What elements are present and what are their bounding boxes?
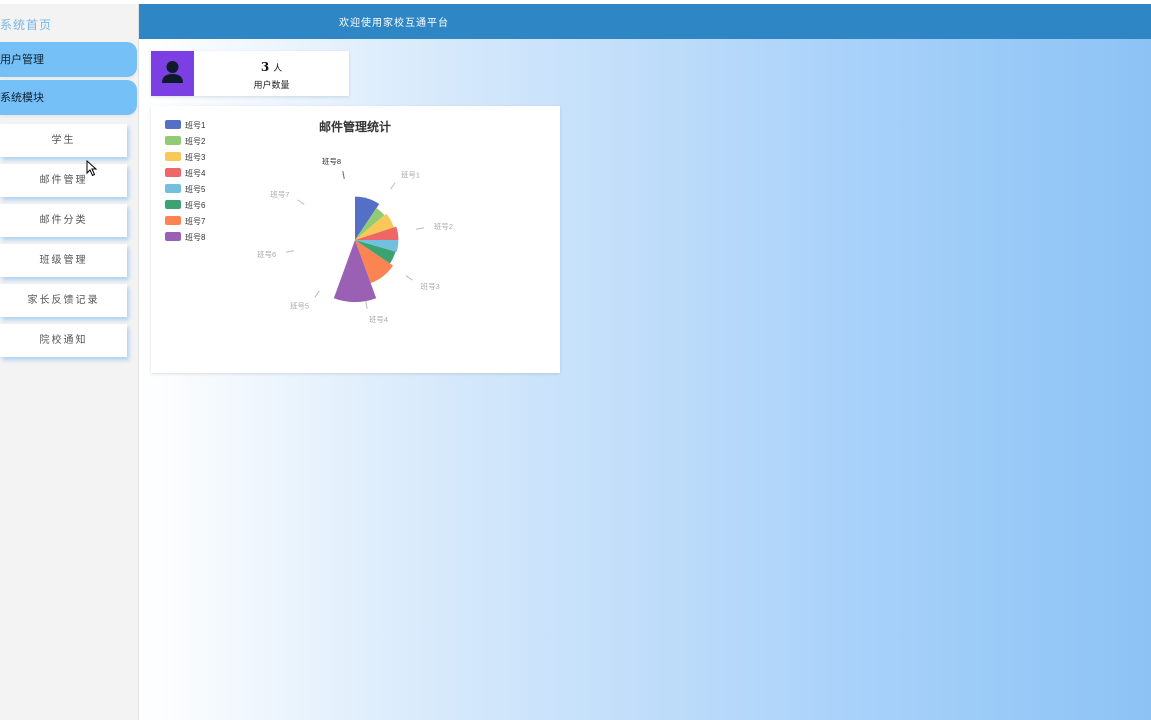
slice-label: 班号6 <box>257 249 276 259</box>
mail-stats-chart: 邮件管理统计 班号1班号2班号3班号4班号5班号6班号7班号8 班号1班号2班号… <box>165 119 453 324</box>
legend-swatch[interactable] <box>165 136 181 145</box>
user-icon <box>162 61 183 83</box>
label-leader-line <box>390 182 396 190</box>
legend-swatch[interactable] <box>165 184 181 193</box>
sidebar-item-parent-feedback[interactable]: 家长反馈记录 <box>0 284 127 317</box>
label-leader-line <box>365 300 368 310</box>
legend-swatch[interactable] <box>165 168 181 177</box>
header-title: 欢迎使用家校互通平台 <box>339 18 449 29</box>
user-count-value: 3 <box>260 60 270 74</box>
legend-label[interactable]: 班号7 <box>185 216 206 226</box>
label-leader-line <box>415 227 425 230</box>
sidebar-home-link[interactable]: 系统首页 <box>0 16 52 33</box>
mail-stats-chart-card: 邮件管理统计 班号1 班号2 班号3 班号4 班号5 班号6 班号7 班号8 班号1 班号2 班号… <box>151 106 560 373</box>
legend-swatch[interactable] <box>165 120 181 129</box>
legend-label[interactable]: 班号3 <box>185 152 206 162</box>
sidebar-item-students[interactable]: 学生 <box>0 124 127 157</box>
sidebar-item-mail-management[interactable]: 邮件管理 <box>0 164 127 197</box>
label-leader-line <box>297 199 305 205</box>
chart-slices <box>333 196 399 302</box>
user-count: 3人 <box>194 60 349 74</box>
label-leader-line <box>285 250 295 253</box>
legend-label[interactable]: 班号4 <box>185 168 206 178</box>
sidebar-item-school-notice[interactable]: 院校通知 <box>0 324 127 357</box>
slice-label: 班号3 <box>421 281 440 291</box>
slice-label: 班号1 <box>401 169 420 179</box>
legend-swatch[interactable] <box>165 200 181 209</box>
legend-label[interactable]: 班号1 <box>185 120 206 130</box>
slice-label: 班号5 <box>290 301 309 311</box>
label-leader-line <box>342 170 345 180</box>
sidebar-menu-system-module[interactable]: 系统模块 <box>0 80 137 115</box>
user-icon-box <box>151 51 194 96</box>
sidebar-item-class-management[interactable]: 班级管理 <box>0 244 127 277</box>
slice-label: 班号4 <box>369 314 388 324</box>
legend-swatch[interactable] <box>165 216 181 225</box>
chart-title: 邮件管理统计 <box>319 119 391 134</box>
sidebar-menu-user-management[interactable]: 用户管理 <box>0 42 137 77</box>
sidebar-item-mail-category[interactable]: 邮件分类 <box>0 204 127 237</box>
user-count-card[interactable]: 3人 用户数量 <box>151 51 349 96</box>
label-leader-line <box>314 290 320 298</box>
legend-label[interactable]: 班号6 <box>185 200 206 210</box>
mouse-cursor-icon <box>86 160 98 177</box>
slice-label: 班号7 <box>270 189 289 199</box>
legend-swatch[interactable] <box>165 152 181 161</box>
label-leader-line <box>405 275 413 281</box>
user-count-label: 用户数量 <box>253 81 290 91</box>
legend-label[interactable]: 班号5 <box>185 184 206 194</box>
legend-label[interactable]: 班号2 <box>185 136 206 146</box>
main-content: 3人 用户数量 邮件管理统计 班号1 班号2 班号3 班号4 班号5 班号6 班号7 班号8 … <box>139 39 1151 720</box>
sidebar: 系统首页 用户管理 系统模块 学生 邮件管理 邮件分类 班级管理 家长反馈记录 … <box>0 4 139 720</box>
slice-label: 班号2 <box>434 221 453 231</box>
user-count-unit: 人 <box>273 64 283 74</box>
slice-label: 班号8 <box>322 156 341 166</box>
top-header: 欢迎使用家校互通平台 <box>139 4 1151 39</box>
legend-label[interactable]: 班号8 <box>185 232 206 242</box>
legend-swatch[interactable] <box>165 232 181 241</box>
chart-legend: 班号1 班号2 班号3 班号4 班号5 班号6 班号7 班号8 <box>165 120 206 242</box>
